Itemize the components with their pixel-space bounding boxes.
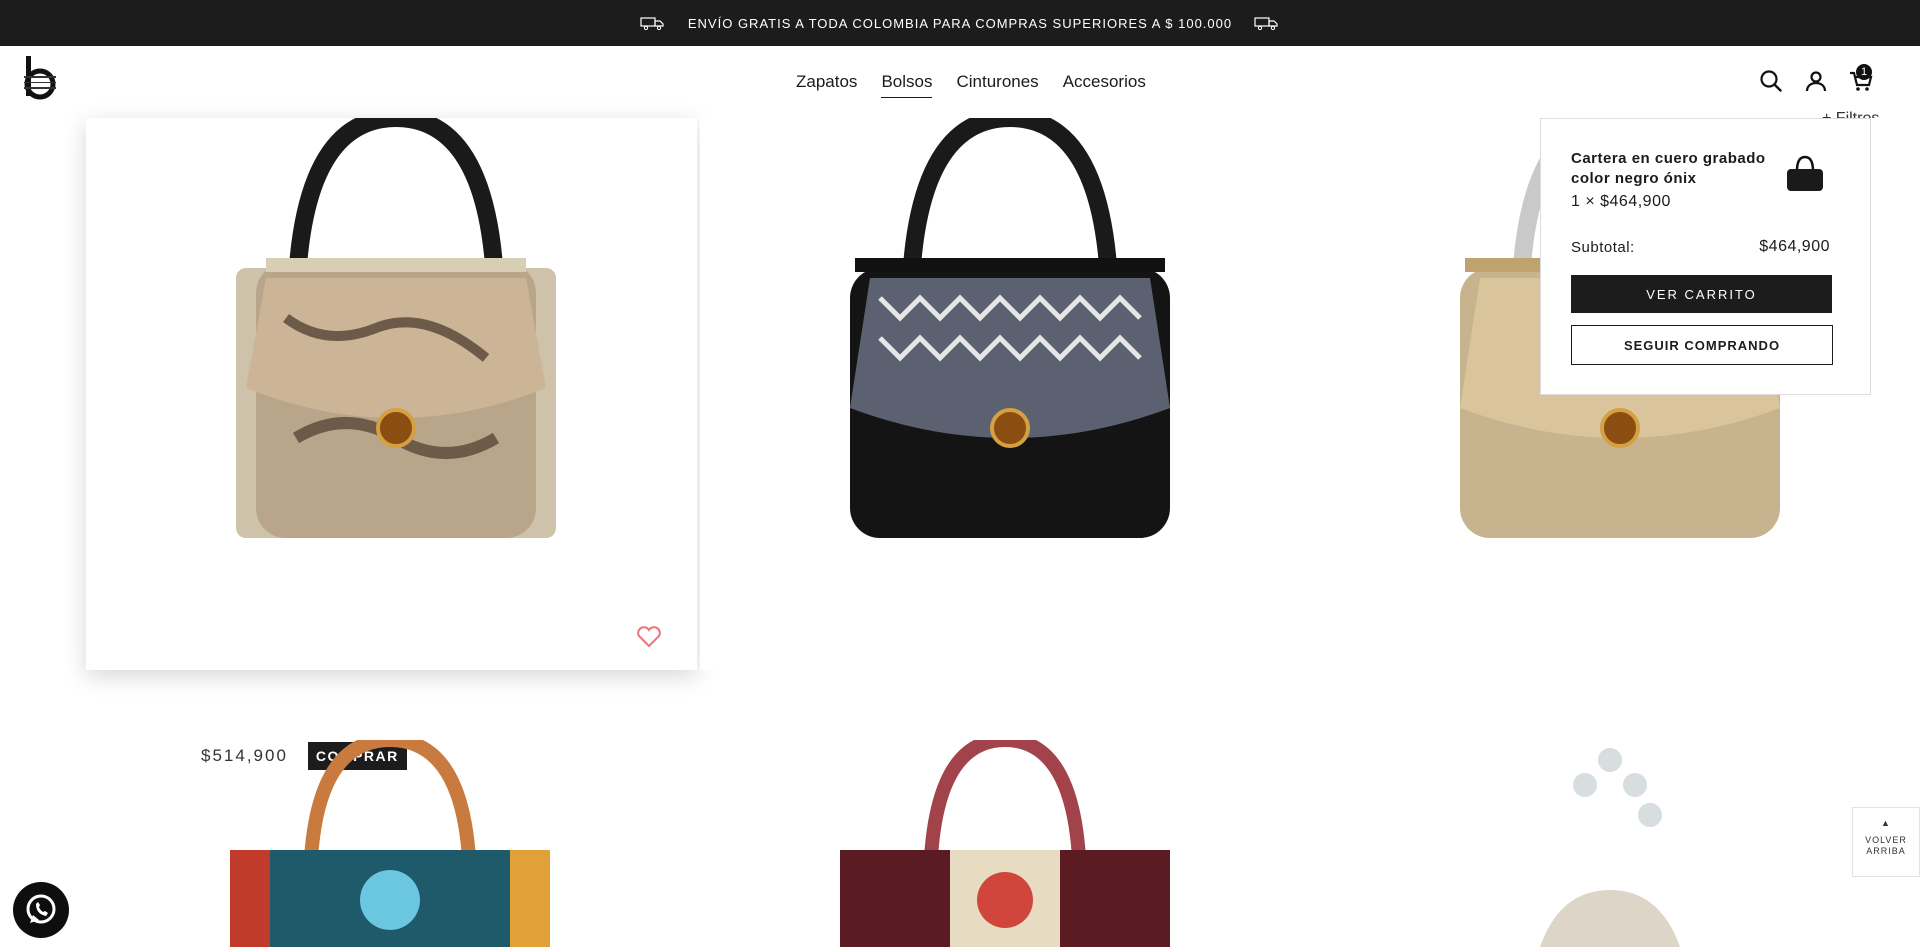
product-image[interactable] (230, 740, 550, 947)
main-nav: Zapatos Bolsos Cinturones Accesorios (796, 72, 1146, 98)
nav-item-accesorios[interactable]: Accesorios (1063, 72, 1146, 98)
product-image[interactable] (810, 118, 1210, 548)
minicart-item-qty: 1 × $464,900 (1571, 193, 1671, 210)
product-image[interactable] (196, 118, 596, 548)
arrow-up-icon: ▲ (1881, 818, 1891, 828)
truck-icon (640, 17, 664, 30)
user-icon[interactable] (1803, 68, 1829, 94)
site-header: Zapatos Bolsos Cinturones Accesorios (0, 46, 1920, 118)
nav-item-cinturones[interactable]: Cinturones (956, 72, 1038, 98)
cart-count-badge[interactable]: 1 (1856, 64, 1872, 80)
nav-item-bolsos[interactable]: Bolsos (881, 72, 933, 98)
continue-shopping-button[interactable]: SEGUIR COMPRANDO (1571, 325, 1833, 365)
view-cart-button[interactable]: VER CARRITO (1571, 275, 1832, 313)
subtotal-value: $464,900 (1759, 238, 1830, 255)
minicart-popover: Cartera en cuero grabado color negro óni… (1540, 118, 1871, 395)
announcement-bar: ENVÍO GRATIS A TODA COLOMBIA PARA COMPRA… (0, 0, 1920, 46)
menu-icon[interactable] (24, 76, 56, 90)
search-icon[interactable] (1758, 68, 1784, 94)
announcement-text: ENVÍO GRATIS A TODA COLOMBIA PARA COMPRA… (687, 15, 1233, 31)
subtotal-label: Subtotal: (1571, 239, 1635, 256)
product-card[interactable]: $514,900 COMPRAR (86, 118, 697, 770)
back-to-top-button[interactable]: ▲ VOLVER ARRIBA (1852, 807, 1920, 877)
product-image[interactable] (1510, 740, 1710, 947)
minicart-item-name[interactable]: Cartera en cuero grabado color negro óni… (1571, 149, 1771, 189)
heart-icon[interactable] (636, 626, 662, 648)
whatsapp-icon (26, 894, 56, 924)
truck-icon (1254, 17, 1278, 30)
back-to-top-label: VOLVER (1865, 835, 1907, 845)
nav-item-zapatos[interactable]: Zapatos (796, 72, 857, 98)
product-image[interactable] (840, 740, 1170, 947)
whatsapp-button[interactable] (13, 882, 69, 938)
minicart-item-thumb[interactable] (1785, 153, 1825, 193)
back-to-top-label: ARRIBA (1866, 846, 1906, 856)
product-card[interactable] (700, 118, 1300, 670)
